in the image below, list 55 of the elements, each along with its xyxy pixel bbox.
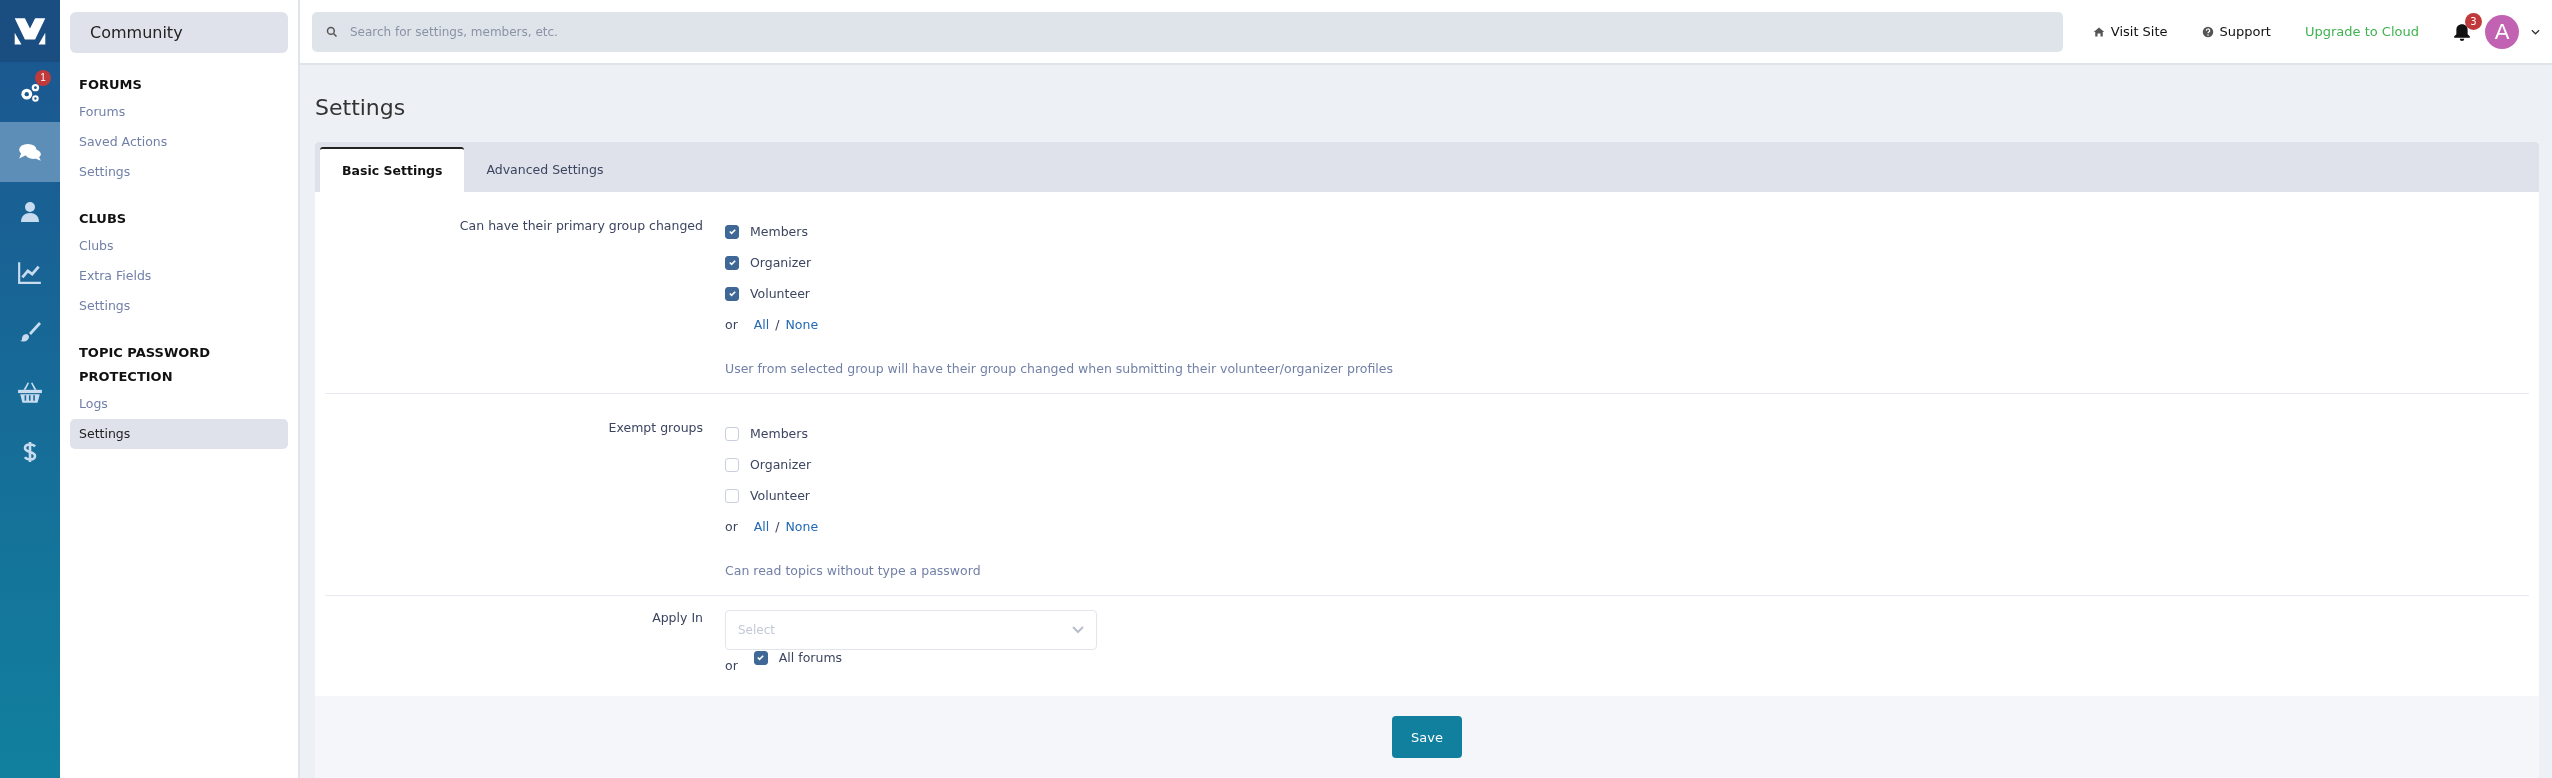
- sidebar-item[interactable]: Settings: [70, 419, 288, 449]
- checkbox[interactable]: Members: [725, 216, 808, 247]
- rail-nav-button[interactable]: [0, 122, 60, 182]
- sidebar-item[interactable]: Saved Actions: [70, 127, 288, 157]
- tab[interactable]: Basic Settings: [320, 147, 465, 192]
- checkbox[interactable]: Volunteer: [725, 480, 810, 511]
- sidebar-item[interactable]: Logs: [70, 389, 288, 419]
- or-text: or: [725, 518, 738, 534]
- field-label: Exempt groups: [607, 419, 704, 437]
- separator-text: /: [775, 518, 780, 534]
- checkbox[interactable]: Organizer: [725, 247, 812, 278]
- or-text: or: [725, 316, 738, 332]
- home-icon: [2092, 25, 2105, 38]
- user-icon: [18, 200, 42, 224]
- bell-icon[interactable]: [2453, 22, 2471, 41]
- line-chart-icon: [17, 259, 43, 285]
- section-heading: FORUMS: [78, 76, 143, 94]
- chevron-down-icon: [2531, 28, 2540, 35]
- save-button[interactable]: Save: [1392, 716, 1462, 758]
- top-link[interactable]: Visit Site: [2092, 24, 2168, 39]
- help-icon: [2201, 25, 2214, 38]
- checkbox[interactable]: Volunteer: [725, 278, 810, 309]
- chevron-down-icon: [1072, 626, 1084, 634]
- select-all-link[interactable]: All: [753, 518, 770, 534]
- help-text: Can read topics without type a password: [725, 562, 981, 580]
- search-icon: [326, 25, 338, 38]
- checkbox[interactable]: Organizer: [725, 449, 812, 480]
- avatar: A: [2485, 14, 2519, 49]
- section-title: Community: [70, 12, 288, 53]
- search-field[interactable]: Search for settings, members, etc.: [312, 11, 2063, 52]
- section-heading: CLUBS: [78, 210, 128, 228]
- page-title: Settings: [315, 95, 407, 120]
- sidebar-item[interactable]: Forums: [70, 97, 288, 127]
- separator-text: /: [775, 316, 780, 332]
- sidebar-item[interactable]: Extra Fields: [70, 261, 288, 291]
- or-text: or: [725, 657, 738, 673]
- help-text: User from selected group will have their group changed when submitting their volunteer/organizer profiles: [725, 360, 1393, 378]
- select-none-link[interactable]: None: [785, 518, 819, 534]
- sidebar-item[interactable]: Settings: [70, 291, 288, 321]
- notification-badge: 1: [35, 70, 51, 86]
- field-label: Apply In: [651, 609, 704, 627]
- brush-icon: [18, 320, 42, 344]
- field-label: Can have their primary group changed: [458, 217, 704, 235]
- top-link[interactable]: Support: [2201, 24, 2271, 39]
- select-all-link[interactable]: All: [753, 316, 770, 332]
- checkbox[interactable]: Members: [725, 418, 808, 449]
- notification-badge: 3: [2465, 12, 2482, 30]
- account-menu-button[interactable]: A: [2485, 14, 2540, 49]
- tab[interactable]: Advanced Settings: [464, 147, 626, 192]
- select-none-link[interactable]: None: [785, 316, 819, 332]
- sidebar-item[interactable]: Settings: [70, 157, 288, 187]
- sidebar-item[interactable]: Clubs: [70, 231, 288, 261]
- section-heading: TOPIC PASSWORD PROTECTION: [78, 344, 212, 386]
- checkbox[interactable]: All forums: [753, 650, 843, 665]
- rail-nav-button[interactable]: 1: [0, 62, 60, 122]
